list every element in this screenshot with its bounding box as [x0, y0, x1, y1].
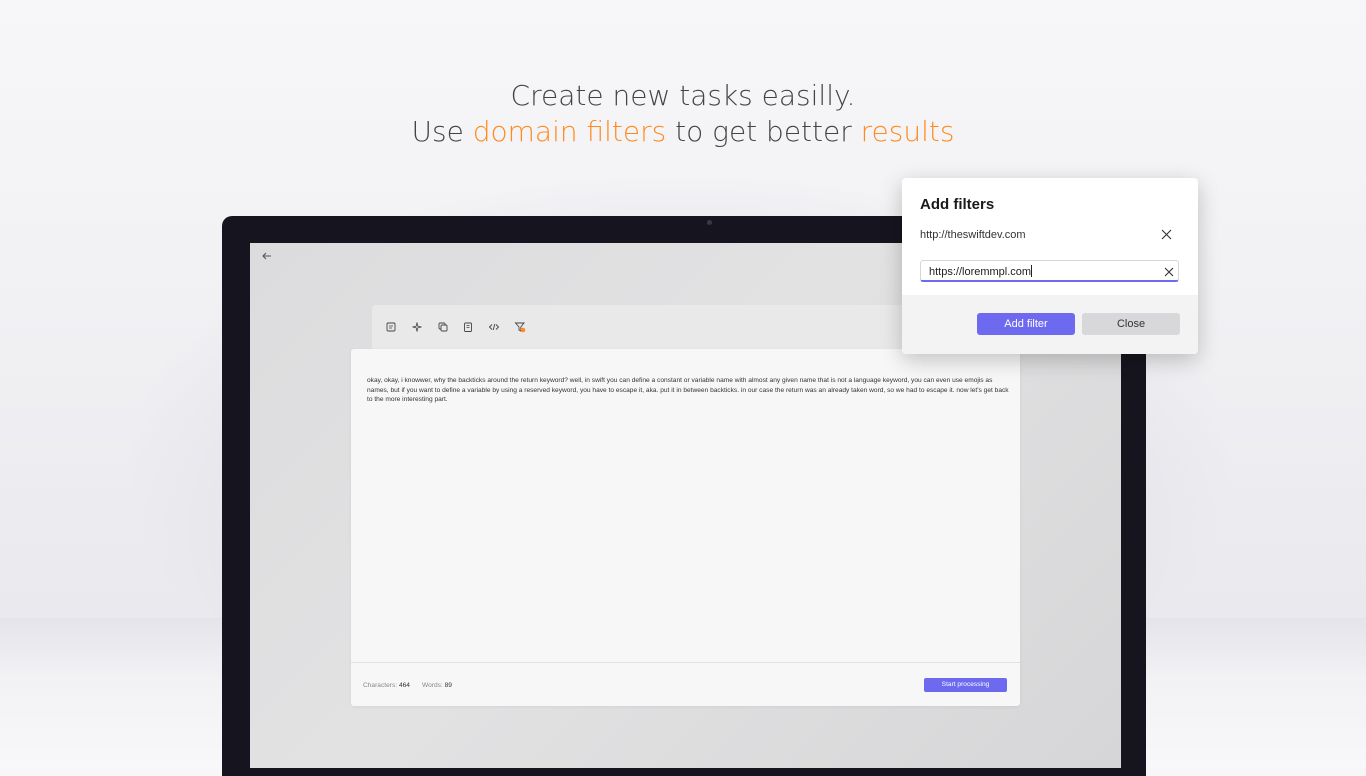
- headline-accent-domain-filters: domain filters: [472, 115, 667, 148]
- filter-icon[interactable]: [514, 321, 526, 333]
- headline-middle: to get better: [666, 115, 861, 148]
- close-icon[interactable]: [1161, 229, 1172, 240]
- domain-input[interactable]: https://loremmpl.com: [920, 260, 1179, 282]
- add-filter-button[interactable]: Add filter: [977, 313, 1075, 335]
- close-button[interactable]: Close: [1082, 313, 1180, 335]
- words-value: 89: [444, 682, 452, 689]
- camera-dot: [707, 220, 712, 225]
- headline-line-1: Create new tasks easilly.: [510, 79, 856, 112]
- code-icon[interactable]: [488, 321, 500, 333]
- filter-item-url: http://theswiftdev.com: [920, 229, 1026, 241]
- headline-accent-results: results: [860, 115, 955, 148]
- characters-count: Characters: 464: [363, 682, 410, 689]
- characters-label: Characters:: [363, 682, 398, 689]
- text-caret: [1031, 265, 1033, 277]
- dialog-title: Add filters: [920, 196, 995, 213]
- arrow-left-icon[interactable]: [261, 250, 273, 262]
- start-processing-button[interactable]: Start processing: [924, 678, 1007, 692]
- note-icon[interactable]: [385, 321, 397, 333]
- clear-icon[interactable]: [1164, 267, 1174, 277]
- copy-icon[interactable]: [437, 321, 449, 333]
- add-filters-dialog: Add filters http://theswiftdev.com https…: [902, 178, 1198, 354]
- headline-line-2: Use domain filters to get better results: [0, 114, 1366, 150]
- editor-content[interactable]: okay, okay, i knowwer, why the backticks…: [367, 376, 1011, 405]
- domain-input-text: https://loremmpl.com: [929, 266, 1032, 278]
- clipboard-icon[interactable]: [462, 321, 474, 333]
- characters-value: 464: [398, 682, 410, 689]
- words-label: Words:: [422, 682, 443, 689]
- domain-input-value[interactable]: https://loremmpl.com: [929, 265, 1033, 278]
- headline: Create new tasks easilly. Use domain fil…: [0, 78, 1366, 150]
- headline-prefix: Use: [411, 115, 473, 148]
- sparkle-icon[interactable]: [411, 321, 423, 333]
- words-count: Words: 89: [422, 682, 452, 689]
- editor-divider: [351, 662, 1020, 663]
